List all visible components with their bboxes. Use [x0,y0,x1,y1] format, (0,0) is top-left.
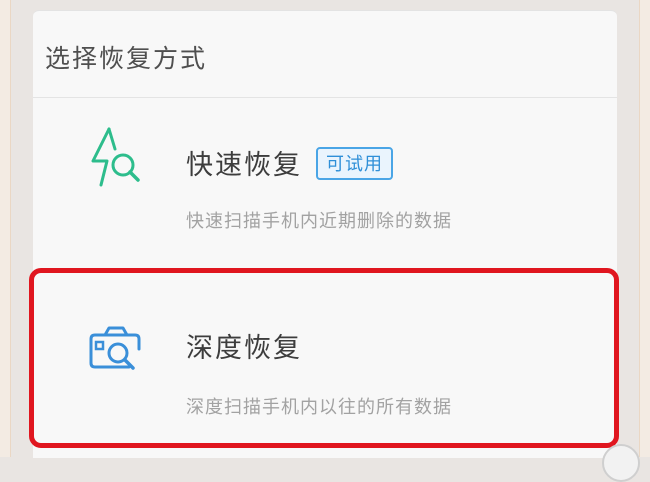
deep-recovery-title: 深度恢复 [186,333,302,364]
deep-recovery-option[interactable]: 深度恢复 深度扫描手机内以往的所有数据 [33,273,617,448]
section-divider [33,97,617,98]
trial-badge: 可试用 [316,147,393,180]
left-frame-edge [0,0,11,457]
section-title: 选择恢复方式 [45,44,208,73]
camera-search-icon [85,315,149,379]
right-frame-edge [639,0,650,457]
quick-recovery-option[interactable]: 快速恢复 可试用 快速扫描手机内近期删除的数据 [33,109,617,259]
quick-recovery-title: 快速恢复 [186,150,302,181]
quick-recovery-description: 快速扫描手机内近期删除的数据 [186,211,452,232]
deep-recovery-description: 深度扫描手机内以往的所有数据 [186,397,452,418]
lightning-search-icon [85,125,149,189]
corner-button[interactable] [602,444,640,482]
recovery-method-panel: 选择恢复方式 快速恢复 可试用 快速扫描手机内近期删除的数据 深度恢复 深度扫描… [33,10,617,458]
